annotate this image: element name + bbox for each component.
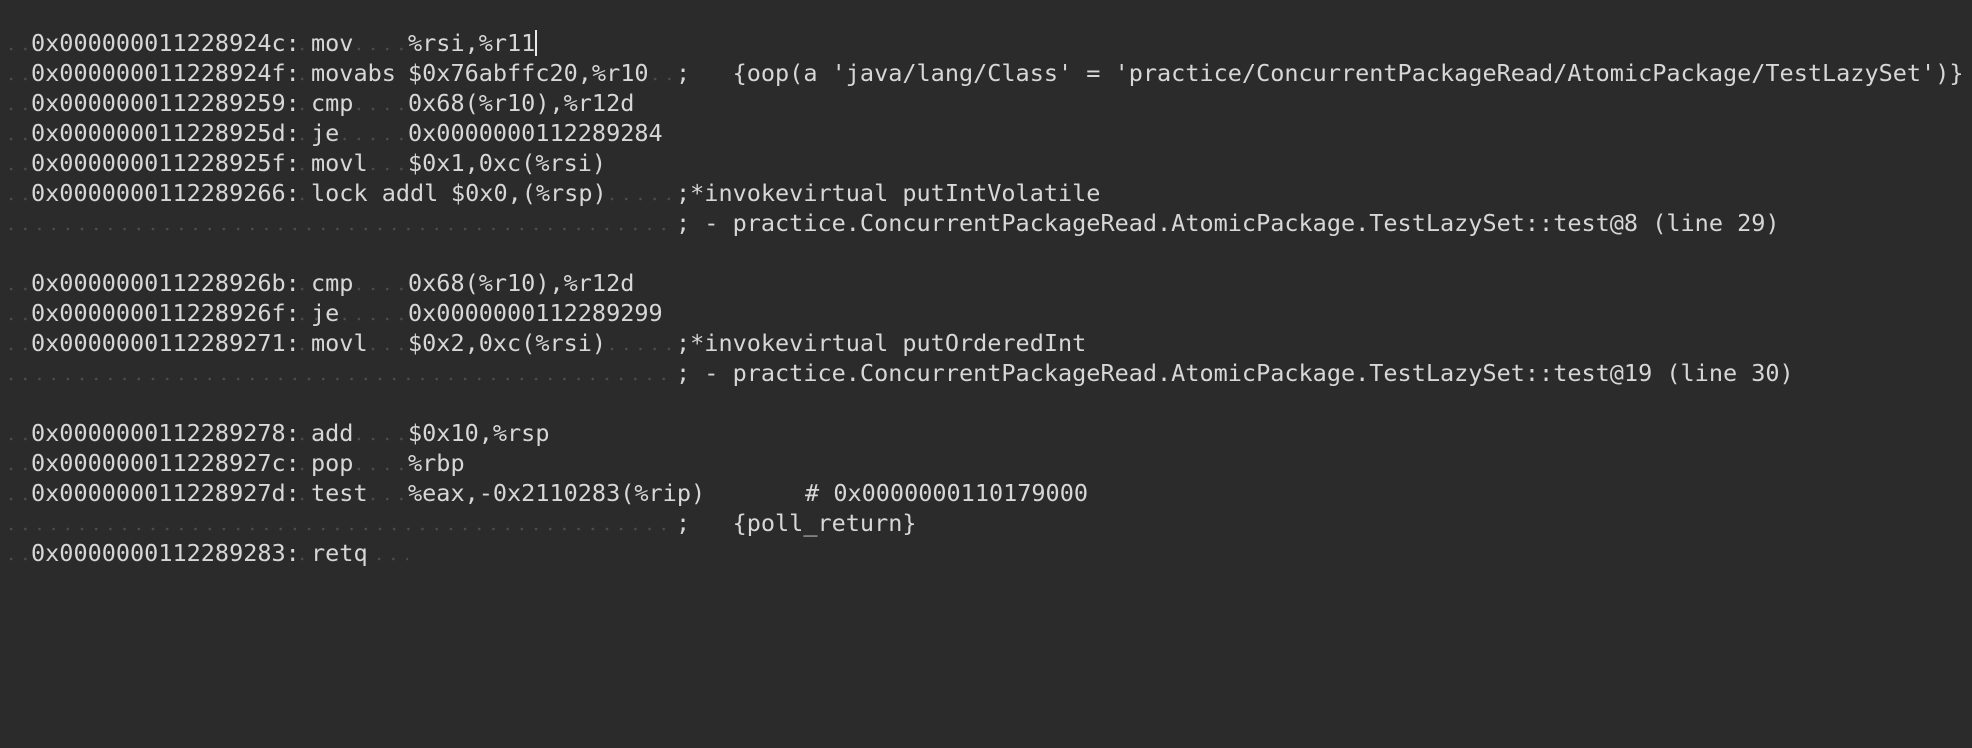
whitespace-markers <box>4 448 28 478</box>
whitespace-markers <box>295 58 309 88</box>
whitespace-markers <box>4 58 28 88</box>
line-comment: ;*invokevirtual putOrderedInt <box>676 329 1087 357</box>
code-line: 0x000000011228927d: test %eax,-0x2110283… <box>0 478 1972 508</box>
line-comment: # 0x0000000110179000 <box>706 479 1089 507</box>
whitespace-markers <box>605 178 673 208</box>
whitespace-markers <box>4 208 672 238</box>
line-opcode: lock addl <box>311 179 439 207</box>
line-address: 0x0000000112289278: <box>31 419 300 447</box>
whitespace-markers <box>295 178 309 208</box>
line-operands: %rbp <box>408 449 465 477</box>
line-comment: ; {poll_return} <box>676 509 917 537</box>
whitespace-markers <box>648 58 672 88</box>
whitespace-markers <box>4 28 28 58</box>
line-opcode: cmp <box>311 89 354 117</box>
line-operands: $0x1,0xc(%rsi) <box>408 149 607 177</box>
code-line: 0x0000000112289283: retq <box>0 538 1972 568</box>
line-opcode: add <box>311 419 354 447</box>
whitespace-markers <box>4 268 28 298</box>
whitespace-markers <box>4 148 28 178</box>
line-address: 0x000000011228927d: <box>31 479 300 507</box>
line-address: 0x0000000112289259: <box>31 89 300 117</box>
whitespace-markers <box>4 418 28 448</box>
whitespace-markers <box>4 298 28 328</box>
whitespace-markers <box>4 88 28 118</box>
whitespace-markers <box>4 178 28 208</box>
line-opcode: retq <box>311 539 368 567</box>
line-opcode: mov <box>311 29 354 57</box>
whitespace-markers <box>4 358 672 388</box>
line-comment: ; - practice.ConcurrentPackageRead.Atomi… <box>676 359 1794 387</box>
line-address: 0x000000011228925f: <box>31 149 300 177</box>
line-address: 0x0000000112289283: <box>31 539 300 567</box>
code-line: 0x0000000112289266: lock addl $0x0,(%rsp… <box>0 178 1972 208</box>
line-operands: $0x76abffc20,%r10 <box>408 59 649 87</box>
code-line: 0x000000011228926f: je 0x000000011228929… <box>0 298 1972 328</box>
line-opcode: pop <box>311 449 354 477</box>
line-opcode: movl <box>311 149 368 177</box>
line-operands: $0x0,(%rsp) <box>451 179 607 207</box>
line-opcode: test <box>311 479 368 507</box>
code-line: 0x0000000112289278: add $0x10,%rsp <box>0 418 1972 448</box>
whitespace-markers <box>605 328 673 358</box>
line-operands: %rsi,%r11 <box>408 29 536 57</box>
line-address: 0x000000011228924f: <box>31 59 300 87</box>
code-line: ; - practice.ConcurrentPackageRead.Atomi… <box>0 358 1972 388</box>
code-line: ; {poll_return} <box>0 508 1972 538</box>
code-line: 0x0000000112289259: cmp 0x68(%r10),%r12d <box>0 88 1972 118</box>
line-operands: 0x68(%r10),%r12d <box>408 269 635 297</box>
text-cursor <box>535 30 537 56</box>
line-address: 0x000000011228924c: <box>31 29 300 57</box>
line-comment: ;*invokevirtual putIntVolatile <box>676 179 1101 207</box>
whitespace-markers <box>4 118 28 148</box>
line-address: 0x0000000112289266: <box>31 179 300 207</box>
line-operands: 0x0000000112289284 <box>408 119 663 147</box>
line-comment: ; {oop(a 'java/lang/Class' = 'practice/C… <box>676 59 1964 87</box>
code-line: 0x000000011228924c: mov %rsi,%r11 <box>0 28 1972 58</box>
line-comment: ; - practice.ConcurrentPackageRead.Atomi… <box>676 209 1780 237</box>
whitespace-markers <box>372 538 408 568</box>
code-line: 0x0000000112289271: movl $0x2,0xc(%rsi) … <box>0 328 1972 358</box>
line-operands: 0x68(%r10),%r12d <box>408 89 635 117</box>
whitespace-markers <box>295 538 309 568</box>
line-opcode: movl <box>311 329 368 357</box>
line-address: 0x0000000112289271: <box>31 329 300 357</box>
line-opcode: movabs <box>311 59 396 87</box>
line-address: 0x000000011228926b: <box>31 269 300 297</box>
line-operands: $0x10,%rsp <box>408 419 550 447</box>
line-operands: $0x2,0xc(%rsi) <box>408 329 607 357</box>
code-line: 0x000000011228925f: movl $0x1,0xc(%rsi) <box>0 148 1972 178</box>
whitespace-markers <box>4 328 28 358</box>
whitespace-markers <box>4 508 672 538</box>
line-opcode: je <box>311 299 340 327</box>
code-line: 0x000000011228925d: je 0x000000011228928… <box>0 118 1972 148</box>
code-editor[interactable]: 0x000000011228924c: mov %rsi,%r11 0x0000… <box>0 0 1972 570</box>
line-operands: %eax,-0x2110283(%rip) <box>408 479 706 507</box>
line-address: 0x000000011228925d: <box>31 119 300 147</box>
code-line: 0x000000011228926b: cmp 0x68(%r10),%r12d <box>0 268 1972 298</box>
line-opcode: je <box>311 119 340 147</box>
line-address: 0x000000011228927c: <box>31 449 300 477</box>
code-line: ; - practice.ConcurrentPackageRead.Atomi… <box>0 208 1972 238</box>
line-address: 0x000000011228926f: <box>31 299 300 327</box>
whitespace-markers <box>4 538 28 568</box>
whitespace-markers <box>4 478 28 508</box>
line-opcode: cmp <box>311 269 354 297</box>
line-operands: 0x0000000112289299 <box>408 299 663 327</box>
code-line: 0x000000011228927c: pop %rbp <box>0 448 1972 478</box>
code-line: 0x000000011228924f: movabs $0x76abffc20,… <box>0 58 1972 88</box>
